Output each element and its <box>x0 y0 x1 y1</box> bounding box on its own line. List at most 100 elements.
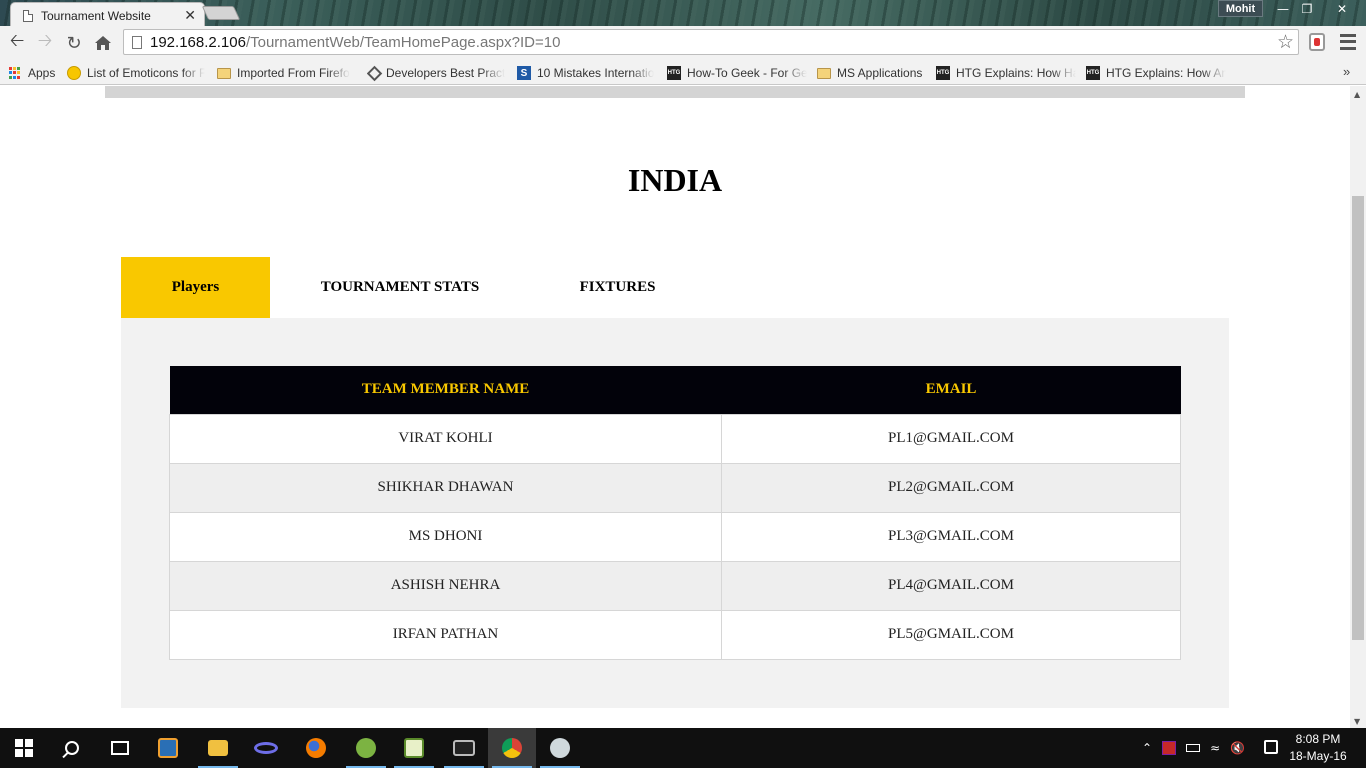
extension-icon[interactable] <box>1309 33 1325 51</box>
tab-tournament-stats[interactable]: TOURNAMENT STATS <box>270 257 530 318</box>
stackoverflow-icon: S <box>517 66 531 80</box>
player-name-cell: ASHISH NEHRA <box>169 560 722 611</box>
taskbar-app[interactable] <box>144 728 192 768</box>
url-path: /TournamentWeb/TeamHomePage.aspx?ID=10 <box>245 33 561 51</box>
header-strip <box>105 86 1245 98</box>
team-tabs: Players TOURNAMENT STATS FIXTURES <box>121 257 705 318</box>
tab-fixtures[interactable]: FIXTURES <box>530 257 705 318</box>
volume-muted-icon[interactable]: 🔇 <box>1230 741 1245 755</box>
bookmark-item[interactable]: S 10 Mistakes Internatio <box>517 64 657 82</box>
player-email-cell: PL4@GMAIL.COM <box>721 560 1181 611</box>
media-player-icon <box>158 738 178 758</box>
taskbar-app[interactable] <box>242 728 290 768</box>
bookmark-label: List of Emoticons for F <box>87 66 205 80</box>
column-header-name: TEAM MEMBER NAME <box>169 366 722 414</box>
bookmark-item[interactable]: HTG HTG Explains: How Ha <box>936 64 1076 82</box>
search-icon <box>65 741 79 755</box>
column-header-email: EMAIL <box>721 366 1181 414</box>
system-tray: ⌃ ≈ 🔇 <box>1142 728 1262 768</box>
emoticon-icon <box>67 66 81 80</box>
restore-icon[interactable]: ❐ <box>1294 0 1320 17</box>
bookmark-item[interactable]: HTG HTG Explains: How An <box>1086 64 1226 82</box>
table-header-row: TEAM MEMBER NAME EMAIL <box>169 366 1181 414</box>
taskbar-app-chrome[interactable] <box>488 728 536 768</box>
bookmark-label: HTG Explains: How Ha <box>956 66 1076 80</box>
firefox-icon <box>306 738 326 758</box>
chrome-menu-icon[interactable] <box>1340 32 1356 52</box>
bookmark-item[interactable]: HTG How-To Geek - For Ge <box>667 64 807 82</box>
notepad-plus-icon <box>404 738 424 758</box>
home-icon[interactable] <box>92 32 114 54</box>
action-center-icon[interactable] <box>1264 740 1278 754</box>
clock[interactable]: 8:08 PM 18-May-16 <box>1286 731 1350 765</box>
clock-date: 18-May-16 <box>1289 749 1347 763</box>
player-name-cell: VIRAT KOHLI <box>169 413 722 464</box>
bookmark-label: HTG Explains: How An <box>1106 66 1226 80</box>
visual-studio-icon <box>254 742 278 754</box>
windows-logo-icon <box>15 739 33 757</box>
bookmark-item[interactable]: List of Emoticons for F <box>67 64 205 82</box>
htg-icon: HTG <box>1086 66 1100 80</box>
new-tab-button[interactable] <box>201 6 241 20</box>
vertical-scrollbar[interactable]: ▲ ▼ <box>1350 86 1366 728</box>
bookmark-folder[interactable]: Imported From Firefo <box>217 64 357 82</box>
profile-button[interactable]: Mohit <box>1218 0 1263 17</box>
tab-players[interactable]: Players <box>121 257 270 318</box>
minimize-icon[interactable]: — <box>1270 0 1296 17</box>
wifi-icon[interactable]: ≈ <box>1210 741 1220 755</box>
bookmark-label: Apps <box>28 66 56 80</box>
taskbar-app[interactable] <box>292 728 340 768</box>
bookmark-label: Developers Best Pract <box>386 66 505 80</box>
battery-icon[interactable] <box>1186 744 1201 752</box>
bookmark-item[interactable]: Developers Best Pract <box>367 64 505 82</box>
htg-icon: HTG <box>667 66 681 80</box>
taskbar-app[interactable] <box>342 728 390 768</box>
scroll-down-arrow-icon[interactable]: ▼ <box>1354 717 1360 726</box>
player-email-cell: PL3@GMAIL.COM <box>721 511 1181 562</box>
android-studio-icon <box>356 738 376 758</box>
reload-icon[interactable]: ↻ <box>63 32 85 54</box>
folder-icon <box>817 67 831 79</box>
address-bar[interactable]: 192.168.2.106/TournamentWeb/TeamHomePage… <box>123 29 1299 55</box>
back-arrow-icon[interactable]: 🡠 <box>6 30 28 54</box>
windows-taskbar: ⌃ ≈ 🔇 8:08 PM 18-May-16 <box>0 728 1366 768</box>
player-name-cell: MS DHONI <box>169 511 722 562</box>
tab-title: Tournament Website <box>41 8 151 23</box>
tray-app-icon[interactable] <box>1162 741 1177 755</box>
developer-icon <box>367 65 383 81</box>
taskbar-app[interactable] <box>536 728 584 768</box>
bookmark-apps[interactable]: Apps <box>8 64 60 82</box>
team-name-heading: INDIA <box>627 162 723 198</box>
table-row: SHIKHAR DHAWAN PL2@GMAIL.COM <box>169 462 1181 513</box>
task-view-button[interactable] <box>96 728 144 768</box>
bookmark-folder[interactable]: MS Applications <box>817 64 929 82</box>
page-icon <box>23 9 33 22</box>
chrome-icon <box>502 738 522 758</box>
browser-tab[interactable]: Tournament Website ✕ <box>10 2 205 28</box>
bookmark-label: MS Applications <box>837 66 923 80</box>
more-bookmarks-icon[interactable]: » <box>1343 64 1350 79</box>
search-button[interactable] <box>48 728 96 768</box>
player-email-cell: PL1@GMAIL.COM <box>721 413 1181 464</box>
taskbar-app[interactable] <box>194 728 242 768</box>
bookmark-star-icon[interactable]: ☆ <box>1277 31 1294 54</box>
player-name-cell: IRFAN PATHAN <box>169 609 722 660</box>
taskbar-app[interactable] <box>390 728 438 768</box>
bookmarks-bar: Apps List of Emoticons for F Imported Fr… <box>0 60 1366 85</box>
start-button[interactable] <box>0 728 48 768</box>
browser-toolbar: 🡠 🡢 ↻ 192.168.2.106/TournamentWeb/TeamHo… <box>0 26 1366 60</box>
taskbar-app[interactable] <box>440 728 488 768</box>
close-tab-icon[interactable]: ✕ <box>184 7 196 24</box>
table-row: IRFAN PATHAN PL5@GMAIL.COM <box>169 609 1181 660</box>
show-hidden-icons-icon[interactable]: ⌃ <box>1142 741 1152 755</box>
players-table: TEAM MEMBER NAME EMAIL VIRAT KOHLI PL1@G… <box>169 366 1181 660</box>
forward-arrow-icon[interactable]: 🡢 <box>34 30 56 54</box>
players-panel: TEAM MEMBER NAME EMAIL VIRAT KOHLI PL1@G… <box>121 318 1229 708</box>
scroll-up-arrow-icon[interactable]: ▲ <box>1354 90 1360 99</box>
scrollbar-thumb[interactable] <box>1352 196 1364 640</box>
url-host: 192.168.2.106 <box>150 33 246 51</box>
clock-time: 8:08 PM <box>1295 732 1341 746</box>
page-info-icon[interactable] <box>132 36 142 49</box>
close-window-icon[interactable]: ✕ <box>1320 0 1364 17</box>
table-row: VIRAT KOHLI PL1@GMAIL.COM <box>169 413 1181 464</box>
